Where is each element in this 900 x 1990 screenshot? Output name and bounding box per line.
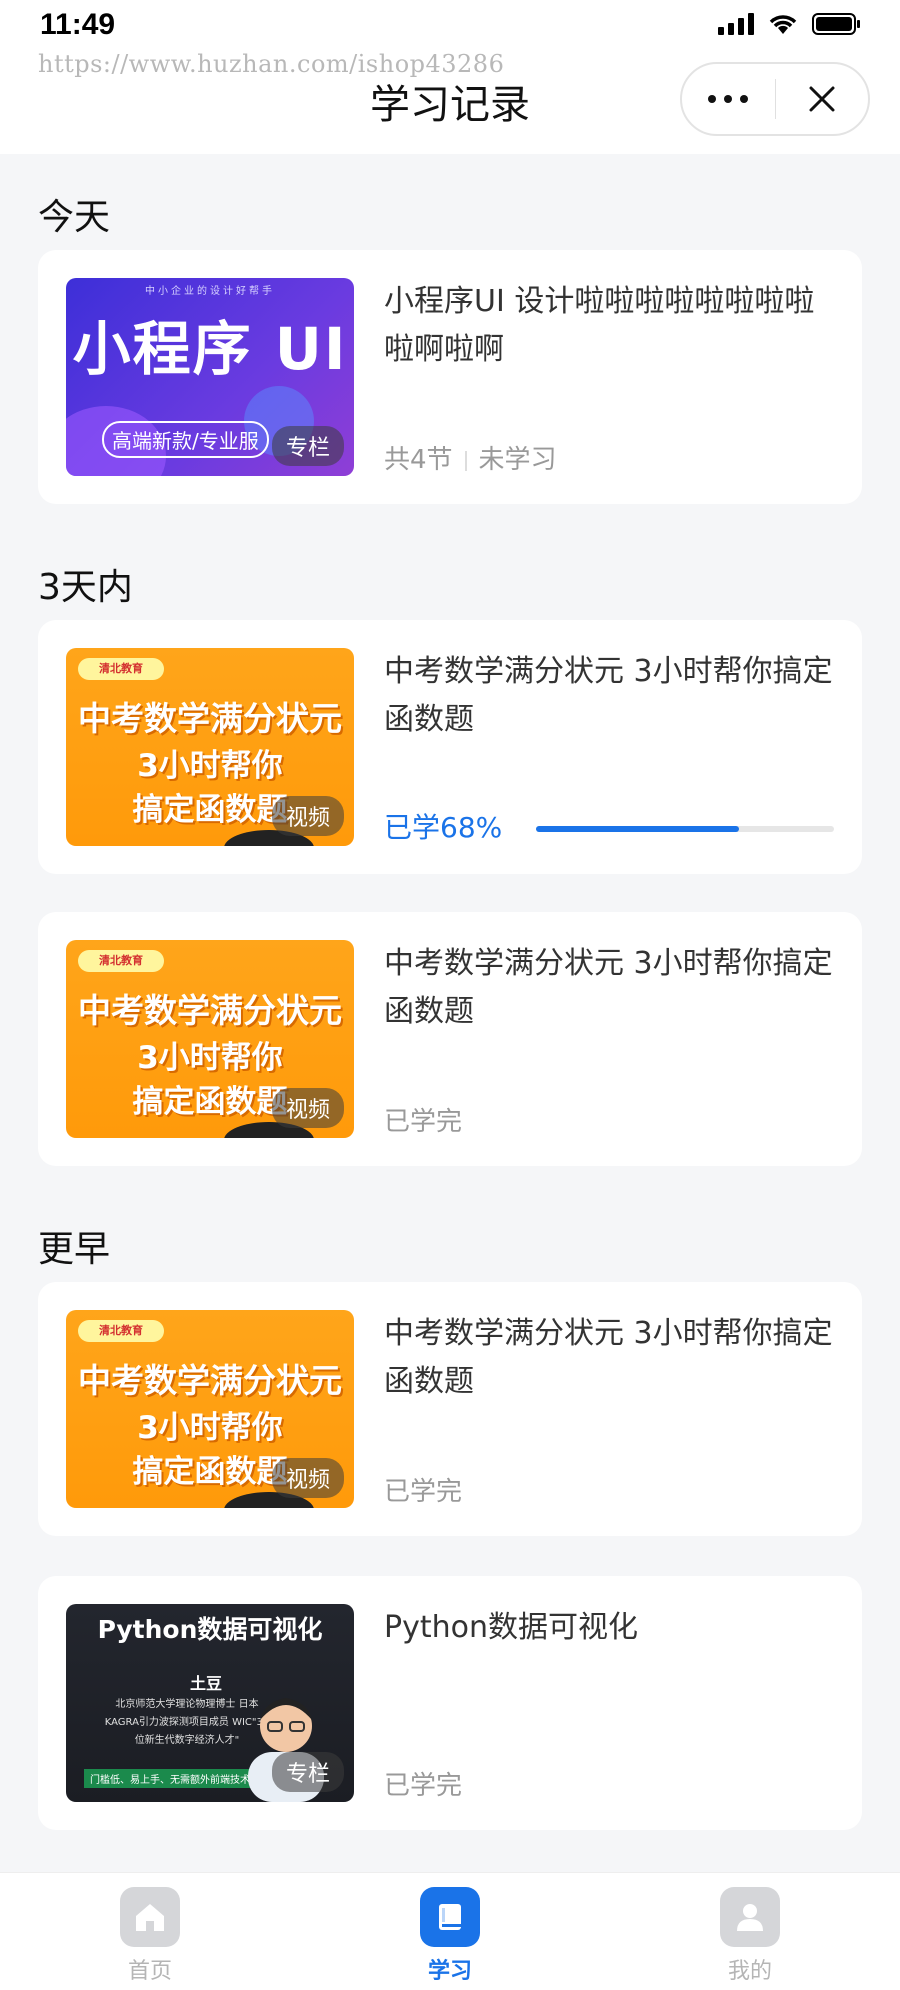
thumb-headline: 中考数学满分状元 xyxy=(78,1361,342,1400)
section-title-3days: 3天内 xyxy=(38,567,133,608)
battery-icon xyxy=(812,13,860,35)
tab-mine[interactable]: 我的 xyxy=(600,1873,900,1990)
progress-label: 已学68% xyxy=(384,811,503,844)
study-status: 已学完 xyxy=(384,1107,463,1137)
tab-bar: 首页 学习 我的 xyxy=(0,1872,900,1990)
book-icon xyxy=(420,1887,480,1947)
close-icon xyxy=(809,86,835,112)
study-status: 已学完 xyxy=(384,1771,463,1801)
thumb-headline: 3小时帮你 xyxy=(137,1410,283,1446)
thumb-author: 土豆 xyxy=(190,1674,223,1693)
thumb-logo: 清北教育 xyxy=(78,950,164,972)
course-card[interactable]: 清北教育 中考数学满分状元 3小时帮你 搞定函数题 视频 中考数学满分状元 3小… xyxy=(38,620,862,874)
tab-study[interactable]: 学习 xyxy=(300,1873,600,1990)
thumb-headline: Python数据可视化 xyxy=(97,1615,323,1644)
wifi-icon xyxy=(769,15,797,34)
type-badge: 视频 xyxy=(271,796,344,836)
type-badge: 专栏 xyxy=(271,426,344,466)
study-status: 已学完 xyxy=(384,1477,463,1507)
tab-label: 首页 xyxy=(127,1959,172,1984)
course-title: 中考数学满分状元 3小时帮你搞定函数题 xyxy=(384,946,833,1029)
tab-label: 学习 xyxy=(427,1959,472,1984)
thumb-headline: 小程序 UI xyxy=(72,315,348,383)
thumb-logo: 清北教育 xyxy=(78,658,164,680)
thumb-logo: 清北教育 xyxy=(78,1320,164,1342)
course-thumbnail: 清北教育 中考数学满分状元 3小时帮你 搞定函数题 视频 xyxy=(66,940,354,1138)
lesson-count: 共4节 xyxy=(384,445,453,475)
study-status: 未学习 xyxy=(478,445,557,475)
course-title: Python数据可视化 xyxy=(384,1610,638,1645)
signal-icon xyxy=(718,13,754,35)
thumb-subline: 高端新款/专业服 xyxy=(102,421,269,458)
course-thumbnail: 清北教育 中考数学满分状元 3小时帮你 搞定函数题 视频 xyxy=(66,1310,354,1508)
tab-label: 我的 xyxy=(727,1959,772,1984)
course-card[interactable]: 清北教育 中考数学满分状元 3小时帮你 搞定函数题 视频 中考数学满分状元 3小… xyxy=(38,1282,862,1536)
course-title: 中考数学满分状元 3小时帮你搞定函数题 xyxy=(384,1316,833,1399)
course-title: 中考数学满分状元 3小时帮你搞定函数题 xyxy=(384,654,833,737)
course-thumbnail: 中小企业的设计好帮手 小程序 UI 高端新款/专业服 专栏 xyxy=(66,278,354,476)
course-card[interactable]: Python数据可视化 土豆 北京师范大学理论物理博士 日本KAGRA引力波探测… xyxy=(38,1576,862,1830)
course-thumbnail: 清北教育 中考数学满分状元 3小时帮你 搞定函数题 视频 xyxy=(66,648,354,846)
more-button[interactable] xyxy=(682,64,775,134)
system-icons xyxy=(718,12,862,36)
type-badge: 视频 xyxy=(271,1458,344,1498)
thumb-headline: 中考数学满分状元 xyxy=(78,991,342,1030)
status-time: 11:49 xyxy=(40,8,116,41)
close-button[interactable] xyxy=(776,64,869,134)
course-card[interactable]: 中小企业的设计好帮手 小程序 UI 高端新款/专业服 专栏 小程序UI 设计啦啦… xyxy=(38,250,862,504)
course-thumbnail: Python数据可视化 土豆 北京师范大学理论物理博士 日本KAGRA引力波探测… xyxy=(66,1604,354,1802)
progress-fill xyxy=(536,826,739,832)
user-icon xyxy=(720,1887,780,1947)
home-icon xyxy=(120,1887,180,1947)
thumb-caption: 中小企业的设计好帮手 xyxy=(145,286,275,297)
course-card[interactable]: 清北教育 中考数学满分状元 3小时帮你 搞定函数题 视频 中考数学满分状元 3小… xyxy=(38,912,862,1166)
course-meta: 共4节 未学习 xyxy=(384,439,557,476)
nav-bar: https://www.huzhan.com/ishop43286 学习记录 xyxy=(0,50,900,154)
section-title-today: 今天 xyxy=(38,197,111,238)
more-dots-icon xyxy=(708,95,717,103)
thumb-headline: 3小时帮你 xyxy=(137,748,283,784)
section-title-earlier: 更早 xyxy=(38,1229,111,1270)
type-badge: 专栏 xyxy=(271,1752,344,1792)
status-bar: 11:49 xyxy=(0,0,900,50)
miniprogram-capsule xyxy=(680,62,870,136)
tab-home[interactable]: 首页 xyxy=(0,1873,300,1990)
course-title: 小程序UI 设计啦啦啦啦啦啦啦啦啦啊啦啊 xyxy=(384,284,815,367)
progress-bar xyxy=(536,826,834,832)
thumb-headline: 3小时帮你 xyxy=(137,1040,283,1076)
thumb-headline: 中考数学满分状元 xyxy=(78,699,342,738)
type-badge: 视频 xyxy=(271,1088,344,1128)
thumb-slogan: 门槛低、易上手、无需额外前端技术 xyxy=(84,1769,256,1788)
